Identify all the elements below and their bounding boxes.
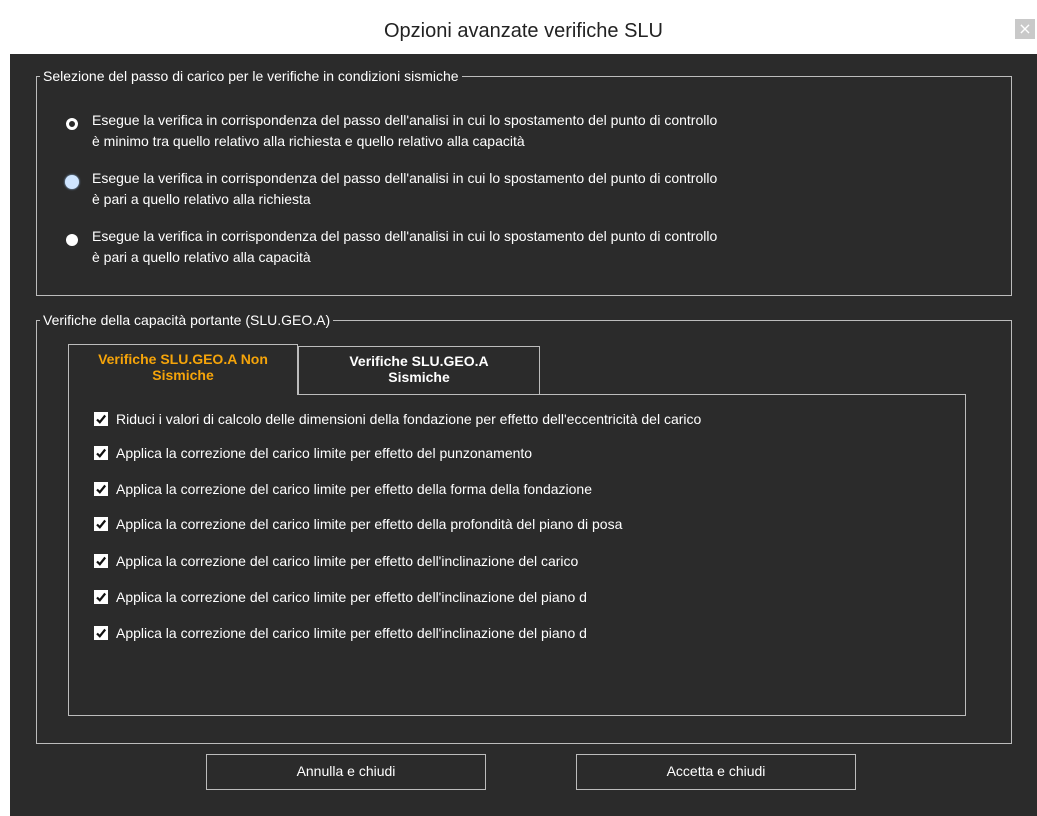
checkbox-label: Applica la correzione del carico limite …	[116, 516, 623, 532]
radio-option-demand-line2: è pari a quello relativo alla richiesta	[92, 191, 311, 207]
radio-option-minimum[interactable]: Esegue la verifica in corrispondenza del…	[66, 110, 916, 154]
checkbox-checked-icon[interactable]	[94, 446, 108, 460]
dialog-title: Opzioni avanzate verifiche SLU	[383, 20, 664, 42]
checkbox-checked-icon[interactable]	[94, 590, 108, 604]
accept-button[interactable]: Accetta e chiudi	[576, 754, 856, 790]
radio-option-capacity-line2: è pari a quello relativo alla capacità	[92, 249, 311, 265]
radio-selected-icon[interactable]	[66, 118, 78, 130]
tab-non-seismic[interactable]: Verifiche SLU.GEO.A Non Sismiche	[68, 344, 298, 395]
checkbox-label: Riduci i valori di calcolo delle dimensi…	[116, 411, 702, 427]
checkbox-checked-icon[interactable]	[94, 554, 108, 568]
tab-non-seismic-line1: Verifiche SLU.GEO.A Non	[98, 351, 268, 367]
radio-unselected-icon[interactable]	[66, 234, 78, 246]
radio-option-demand-line1: Esegue la verifica in corrispondenza del…	[92, 170, 718, 186]
radio-option-capacity-line1: Esegue la verifica in corrispondenza del…	[92, 228, 718, 244]
checkbox-label: Applica la correzione del carico limite …	[116, 625, 587, 641]
radio-option-demand[interactable]: Esegue la verifica in corrispondenza del…	[65, 168, 916, 212]
radio-option-minimum-line1: Esegue la verifica in corrispondenza del…	[92, 112, 718, 128]
checkbox-checked-icon[interactable]	[94, 626, 108, 640]
tab-non-seismic-line2: Sismiche	[152, 367, 214, 383]
checkbox-label: Applica la correzione del carico limite …	[116, 481, 593, 497]
tab-seismic-line2: Sismiche	[388, 369, 450, 385]
bearing-capacity-group-legend: Verifiche della capacità portante (SLU.G…	[40, 312, 334, 328]
tab-seismic-line1: Verifiche SLU.GEO.A	[349, 353, 489, 369]
checkbox-label: Applica la correzione del carico limite …	[116, 553, 579, 569]
tab-seismic[interactable]: Verifiche SLU.GEO.A Sismiche	[298, 346, 540, 394]
dialog-window: Opzioni avanzate verifiche SLU × Selezio…	[10, 8, 1037, 816]
checkbox-checked-icon[interactable]	[94, 517, 108, 531]
checkbox-label: Applica la correzione del carico limite …	[116, 589, 587, 605]
checkbox-checked-icon[interactable]	[94, 482, 108, 496]
checkbox-checked-icon[interactable]	[94, 412, 108, 426]
checkbox-label: Applica la correzione del carico limite …	[116, 445, 533, 461]
radio-option-minimum-line2: è minimo tra quello relativo alla richie…	[92, 133, 525, 149]
seismic-step-group-legend: Selezione del passo di carico per le ver…	[40, 68, 462, 84]
title-bar: Opzioni avanzate verifiche SLU ×	[10, 8, 1037, 54]
radio-unselected-icon[interactable]	[65, 175, 79, 189]
radio-option-capacity[interactable]: Esegue la verifica in corrispondenza del…	[66, 226, 916, 270]
cancel-button[interactable]: Annulla e chiudi	[206, 754, 486, 790]
close-icon[interactable]: ×	[1015, 19, 1035, 39]
